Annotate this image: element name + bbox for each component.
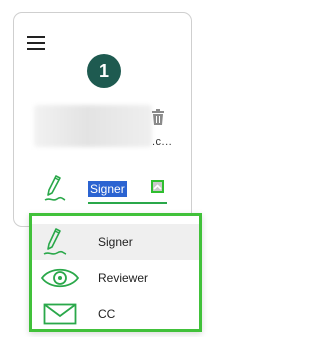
role-option-label: Signer <box>98 235 133 249</box>
role-option-label: CC <box>98 307 116 321</box>
role-option-reviewer[interactable]: Reviewer <box>32 260 199 296</box>
role-option-cc[interactable]: CC <box>32 296 199 332</box>
step-number-badge: 1 <box>87 54 121 88</box>
pen-icon <box>43 228 67 255</box>
role-select-value: Signer <box>88 181 127 197</box>
hamburger-menu-icon[interactable] <box>27 36 45 50</box>
eye-icon <box>40 268 80 288</box>
role-option-label: Reviewer <box>98 271 149 285</box>
role-select[interactable]: Signer <box>88 180 167 204</box>
role-option-signer[interactable]: Signer <box>32 224 199 260</box>
pen-icon <box>44 175 66 201</box>
chevron-up-icon <box>153 183 162 190</box>
role-dropdown-toggle[interactable] <box>151 180 164 193</box>
role-dropdown-menu: Signer Reviewer CC <box>29 213 202 332</box>
recipient-email-suffix: .c... <box>152 136 173 148</box>
trash-icon[interactable] <box>150 108 166 126</box>
recipient-name-email-redacted <box>34 105 152 147</box>
envelope-icon <box>43 303 77 325</box>
